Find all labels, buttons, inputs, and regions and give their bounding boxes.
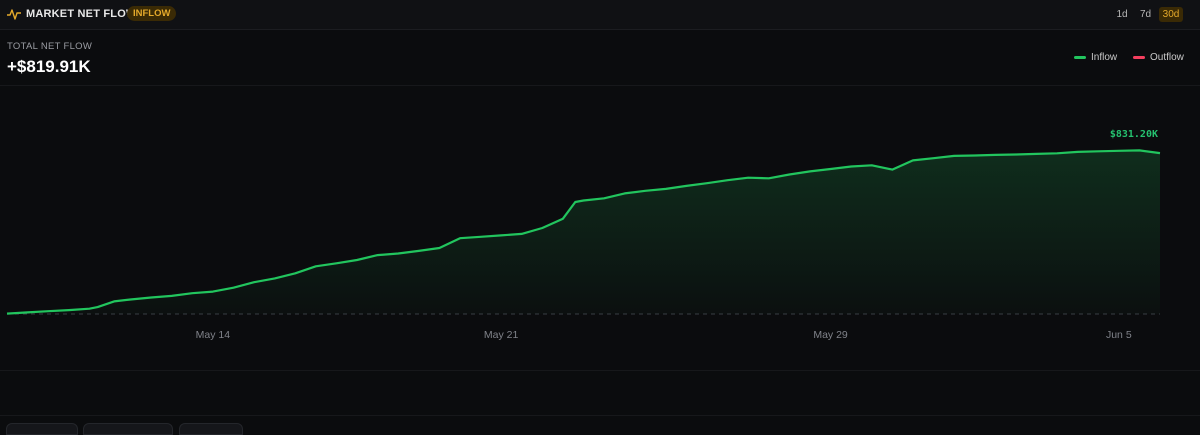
- range-button-30d[interactable]: 30d: [1159, 7, 1183, 22]
- latest-value-label: $831.20K: [1110, 129, 1158, 140]
- panel-title: MARKET NET FLOW: [26, 8, 137, 20]
- inflow-area-fill: [7, 150, 1160, 314]
- footer-tab[interactable]: [83, 423, 173, 435]
- legend-label-inflow: Inflow: [1091, 52, 1118, 63]
- x-axis-tick-label: Jun 5: [1106, 329, 1132, 341]
- total-net-flow-value: +$819.91K: [7, 57, 91, 76]
- footer-tab[interactable]: [179, 423, 243, 435]
- footer-divider: [0, 415, 1200, 416]
- total-net-flow-label: TOTAL NET FLOW: [7, 41, 93, 52]
- flow-direction-badge: INFLOW: [127, 6, 177, 21]
- range-button-7d[interactable]: 7d: [1137, 7, 1154, 22]
- net-flow-area-chart: May 14 May 21 May 29 Jun 5 $831.20K: [6, 129, 1161, 341]
- footer-tab[interactable]: [6, 423, 78, 435]
- legend-swatch-inflow: [1074, 56, 1086, 59]
- chart-bottom-divider: [0, 370, 1200, 371]
- legend-swatch-outflow: [1133, 56, 1145, 59]
- panel-header: MARKET NET FLOW INFLOW 1d 7d 30d: [0, 0, 1200, 30]
- range-button-1d[interactable]: 1d: [1114, 7, 1130, 22]
- x-axis-tick-label: May 29: [813, 329, 848, 341]
- legend-label-outflow: Outflow: [1150, 52, 1184, 63]
- x-axis-tick-label: May 21: [484, 329, 519, 341]
- pulse-icon: [7, 9, 21, 20]
- x-axis-tick-label: May 14: [196, 329, 231, 341]
